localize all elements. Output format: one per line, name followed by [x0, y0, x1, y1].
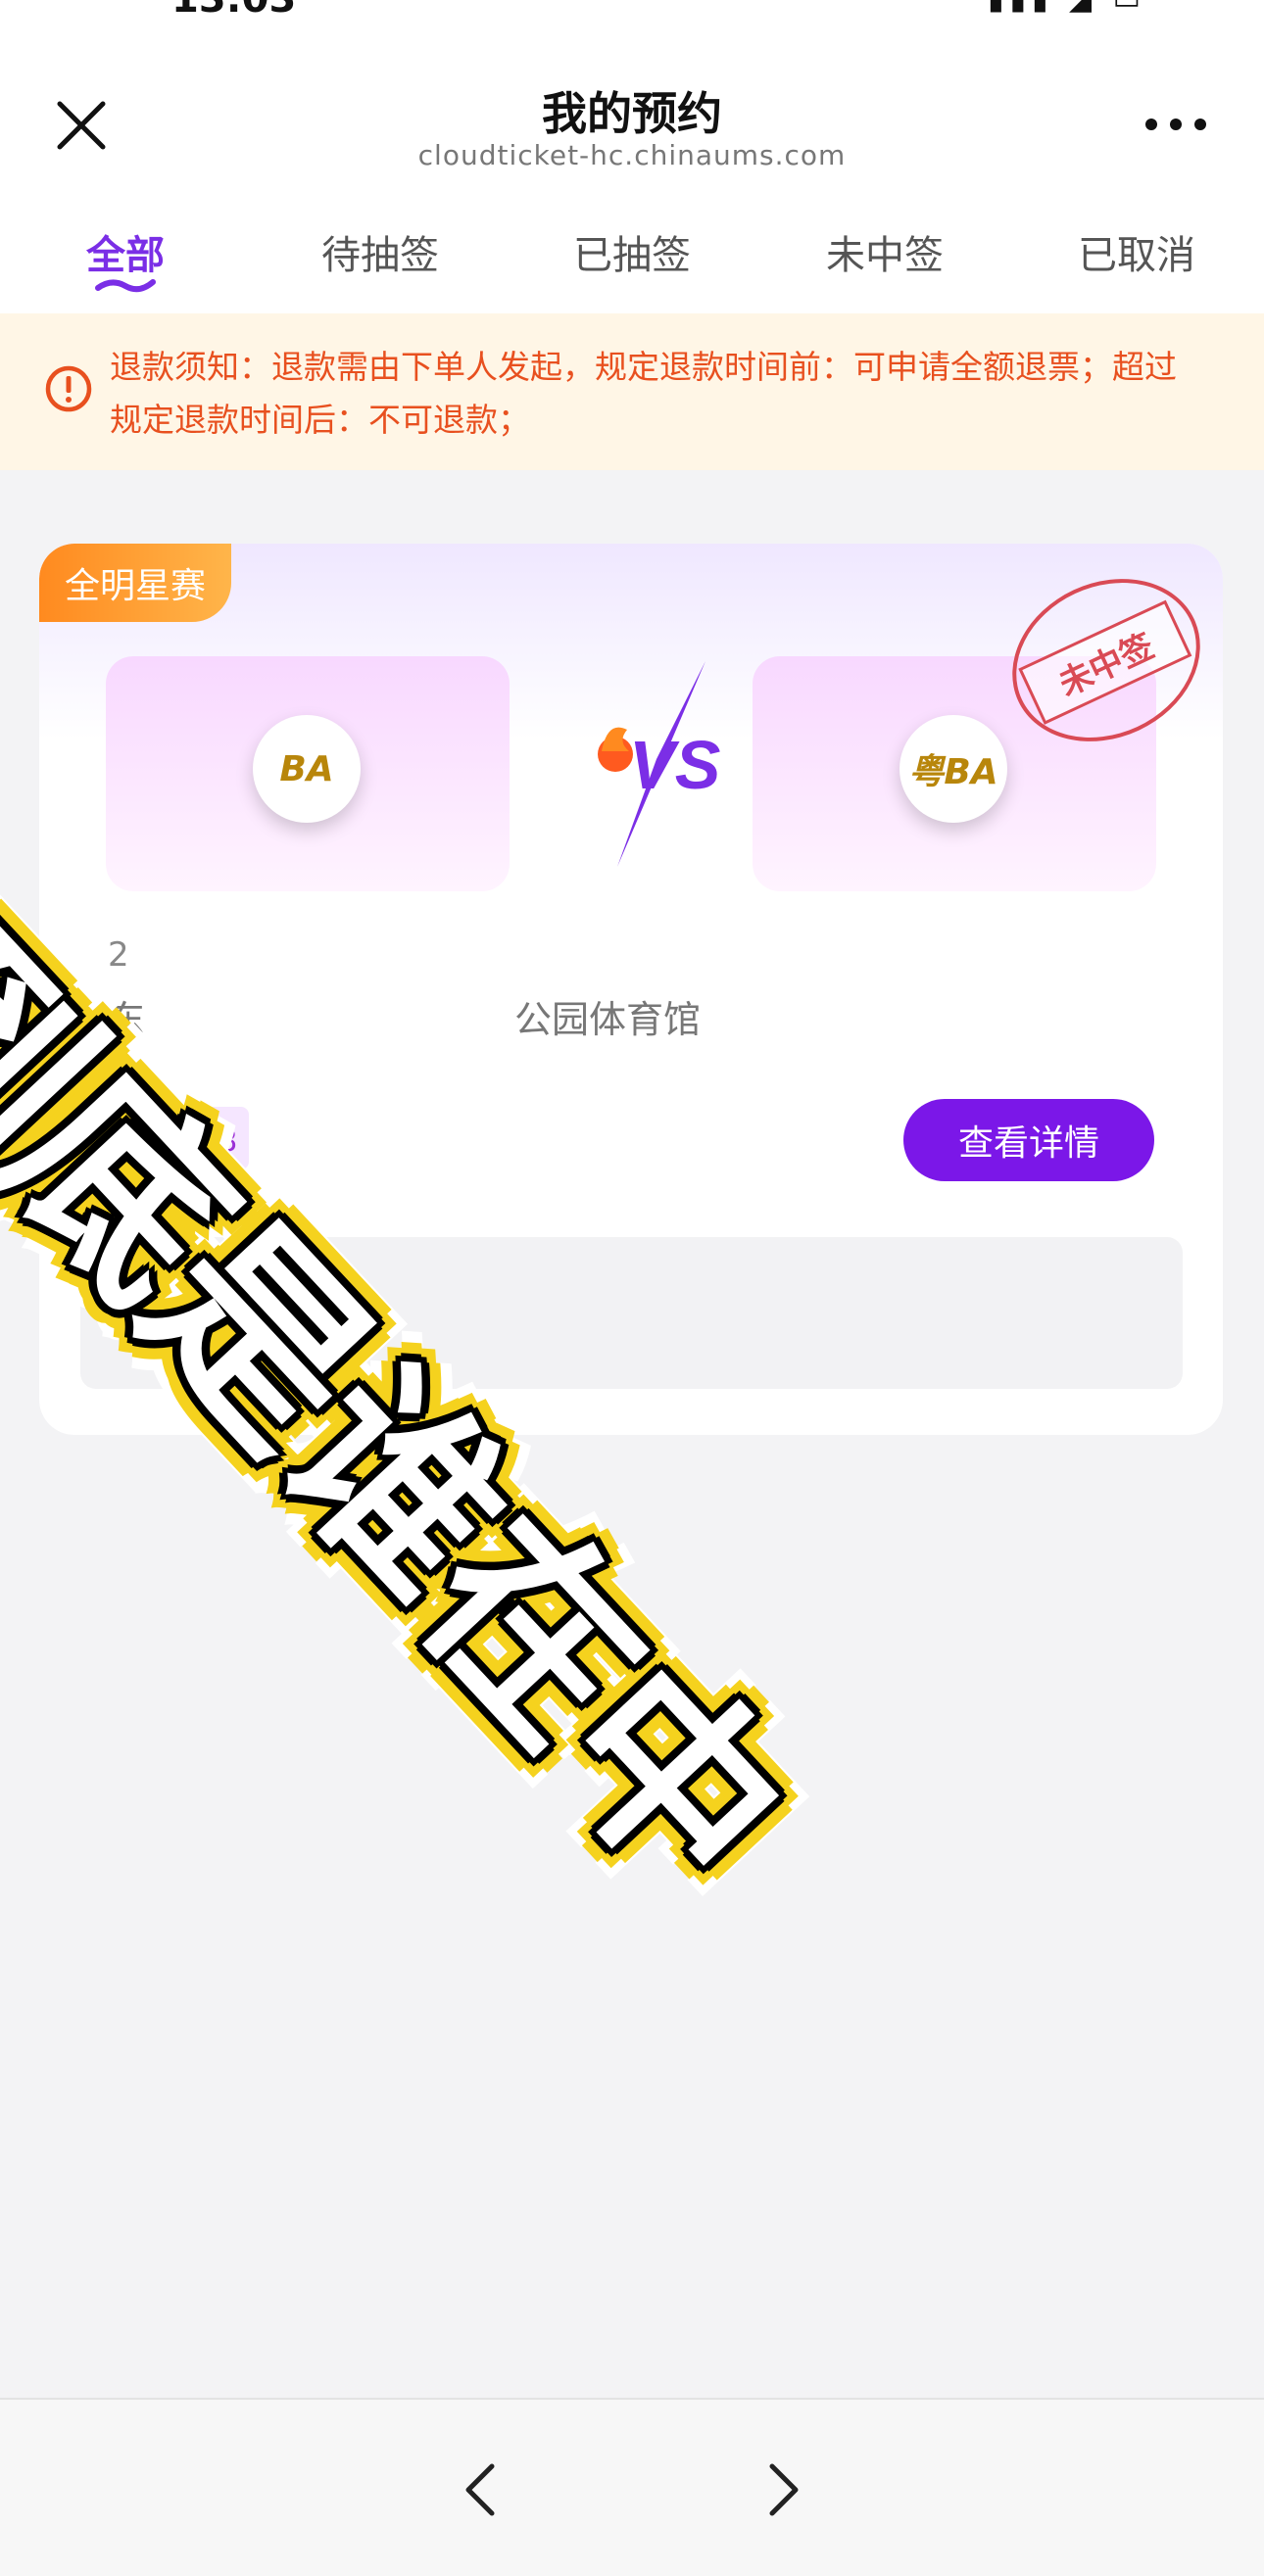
header: 我的预约 cloudticket-hc.chinaums.com: [0, 49, 1264, 196]
forward-button[interactable]: [753, 2460, 811, 2519]
alert-circle-icon: [45, 365, 92, 412]
svg-text:VS: VS: [629, 727, 720, 803]
status-icons: ▮▮▮ ◢ ▭: [988, 0, 1146, 17]
chevron-right-icon: [769, 2463, 799, 2516]
tab-pending-draw[interactable]: 待抽签: [282, 223, 478, 280]
tab-bar: 全部 待抽签 已抽签 未中签 已取消: [0, 196, 1264, 313]
active-tab-underline: [95, 279, 156, 293]
chevron-left-icon: [465, 2463, 495, 2516]
status-bar: 13:03 ▮▮▮ ◢ ▭: [0, 0, 1264, 49]
more-button[interactable]: [1142, 110, 1210, 139]
page-title: 我的预约: [542, 87, 722, 140]
back-button[interactable]: [453, 2460, 511, 2519]
view-details-button[interactable]: 查看详情: [903, 1099, 1154, 1181]
team-right-logo: 粤BA: [899, 715, 1007, 823]
team-left-box: BA: [106, 656, 510, 891]
tab-drawn[interactable]: 已抽签: [534, 223, 730, 280]
more-horizontal-icon: [1145, 119, 1206, 130]
event-venue-right: 公园体育馆: [514, 998, 702, 1041]
event-type-badge: 全明星赛: [39, 544, 232, 622]
tab-all[interactable]: 全部: [27, 223, 223, 280]
browser-bottom-bar: [0, 2398, 1264, 2576]
vs-icon: VS: [598, 661, 720, 867]
refund-notice-text: 退款须知：退款需由下单人发起，规定退款时间前：可申请全额退票；超过规定退款时间后…: [110, 348, 1177, 439]
page-subtitle-url: cloudticket-hc.chinaums.com: [417, 139, 847, 171]
team-left-logo: BA: [253, 715, 361, 823]
status-time: 13:03: [171, 0, 296, 22]
stamp-text: 未中签: [1018, 599, 1192, 725]
refund-notice: 退款须知：退款需由下单人发起，规定退款时间前：可申请全额退票；超过规定退款时间后…: [0, 313, 1264, 470]
tab-cancelled[interactable]: 已取消: [1039, 223, 1235, 280]
tab-not-won[interactable]: 未中签: [787, 223, 983, 280]
